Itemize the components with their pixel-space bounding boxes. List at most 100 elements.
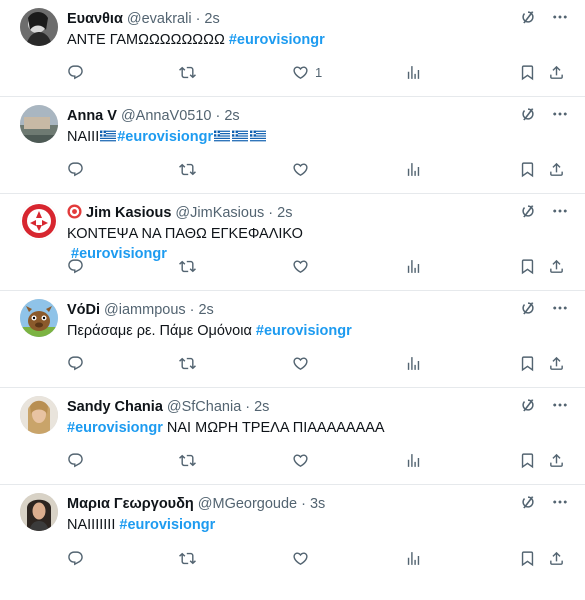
author-handle[interactable]: @AnnaV0510 — [121, 108, 212, 124]
reply-button[interactable] — [67, 161, 84, 178]
grok-icon[interactable] — [519, 396, 537, 414]
share-button[interactable] — [548, 452, 565, 469]
bookmark-icon — [519, 258, 536, 275]
author-name[interactable]: Sandy Chania — [67, 399, 163, 415]
bookmark-button[interactable] — [519, 550, 536, 567]
retweet-button[interactable] — [179, 355, 196, 372]
author-handle[interactable]: @iammpous — [104, 302, 186, 318]
reply-button[interactable] — [67, 452, 84, 469]
avatar[interactable] — [20, 299, 58, 337]
views-icon — [405, 161, 422, 178]
like-button[interactable] — [292, 452, 309, 469]
tweet[interactable]: VόDi @iammpous · 2s Περάσαμε ρε. Πάμε Ομ… — [0, 291, 585, 388]
separator-dot: · — [301, 496, 306, 512]
hashtag-link[interactable]: #eurovisiongr — [256, 323, 352, 339]
like-button[interactable] — [292, 355, 309, 372]
bookmark-button[interactable] — [519, 258, 536, 275]
share-icon — [548, 64, 565, 81]
author-handle[interactable]: @MGeorgoude — [198, 496, 297, 512]
reply-button[interactable] — [67, 64, 84, 81]
bookmark-button[interactable] — [519, 452, 536, 469]
more-icon[interactable] — [551, 493, 569, 511]
tweet[interactable]: Sandy Chania @SfChania · 2s #eurovisiong… — [0, 388, 585, 485]
share-icon — [548, 355, 565, 372]
author-handle[interactable]: @evakrali — [127, 11, 192, 27]
more-icon[interactable] — [551, 105, 569, 123]
views-button[interactable] — [405, 452, 422, 469]
more-icon[interactable] — [551, 299, 569, 317]
bookmark-button[interactable] — [519, 64, 536, 81]
views-button[interactable] — [405, 258, 422, 275]
bookmark-button[interactable] — [519, 355, 536, 372]
views-button[interactable] — [405, 550, 422, 567]
author-name[interactable]: Ευανθια — [67, 11, 123, 27]
bookmark-icon — [519, 64, 536, 81]
timestamp[interactable]: 2s — [254, 399, 269, 415]
timestamp[interactable]: 2s — [204, 11, 219, 27]
tweet-body: ΝΑΙΙΙ — [67, 129, 100, 145]
reply-icon — [67, 161, 84, 178]
retweet-icon — [179, 161, 196, 178]
author-name[interactable]: VόDi — [67, 302, 100, 318]
views-icon — [405, 64, 422, 81]
like-button[interactable] — [292, 161, 309, 178]
more-icon[interactable] — [551, 8, 569, 26]
grok-icon[interactable] — [519, 8, 537, 26]
hashtag-link[interactable]: #eurovisiongr — [67, 420, 163, 436]
avatar[interactable] — [20, 396, 58, 434]
share-button[interactable] — [548, 64, 565, 81]
reply-button[interactable] — [67, 355, 84, 372]
grok-icon[interactable] — [519, 202, 537, 220]
share-button[interactable] — [548, 550, 565, 567]
tweet[interactable]: Ευανθια @evakrali · 2s ΑΝΤΕ ΓΑΜΩΩΩΩΩΩΩΩ … — [0, 0, 585, 97]
reply-button[interactable] — [67, 550, 84, 567]
retweet-button[interactable] — [179, 161, 196, 178]
share-button[interactable] — [548, 258, 565, 275]
author-name[interactable]: Jim Kasious — [86, 205, 171, 221]
share-icon — [548, 452, 565, 469]
author-handle[interactable]: @JimKasious — [175, 205, 264, 221]
views-button[interactable] — [405, 161, 422, 178]
action-bar — [67, 258, 571, 276]
hashtag-link[interactable]: #eurovisiongr — [119, 517, 215, 533]
avatar[interactable] — [20, 493, 58, 531]
views-button[interactable] — [405, 64, 422, 81]
share-button[interactable] — [548, 355, 565, 372]
tweet[interactable]: Jim Kasious @JimKasious · 2s ΚΟΝΤΕΨΑ ΝΑ … — [0, 194, 585, 291]
grok-icon[interactable] — [519, 493, 537, 511]
timestamp[interactable]: 2s — [224, 108, 239, 124]
retweet-icon — [179, 64, 196, 81]
more-icon[interactable] — [551, 396, 569, 414]
tweet[interactable]: Anna V @AnnaV0510 · 2s ΝΑΙΙΙ #eurovisiong… — [0, 97, 585, 194]
timestamp[interactable]: 2s — [198, 302, 213, 318]
reply-button[interactable] — [67, 258, 84, 275]
separator-dot: · — [268, 205, 274, 221]
heart-icon — [292, 258, 309, 275]
views-icon — [405, 258, 422, 275]
avatar[interactable] — [20, 202, 58, 240]
author-name[interactable]: Anna V — [67, 108, 117, 124]
timestamp[interactable]: 3s — [310, 496, 325, 512]
hashtag-link[interactable]: #eurovisiongr — [117, 129, 213, 145]
timestamp[interactable]: 2s — [277, 205, 292, 221]
retweet-button[interactable] — [179, 452, 196, 469]
like-button[interactable] — [292, 550, 309, 567]
avatar[interactable] — [20, 105, 58, 143]
author-name[interactable]: Μαρια Γεωργουδη — [67, 496, 194, 512]
author-handle[interactable]: @SfChania — [167, 399, 241, 415]
views-button[interactable] — [405, 355, 422, 372]
retweet-button[interactable] — [179, 550, 196, 567]
like-button[interactable]: 1 — [292, 64, 322, 81]
share-button[interactable] — [548, 161, 565, 178]
retweet-button[interactable] — [179, 64, 196, 81]
more-icon[interactable] — [551, 202, 569, 220]
tweet-text: ΑΝΤΕ ΓΑΜΩΩΩΩΩΩΩΩ #eurovisiongr — [67, 30, 525, 50]
grok-icon[interactable] — [519, 299, 537, 317]
grok-icon[interactable] — [519, 105, 537, 123]
like-button[interactable] — [292, 258, 309, 275]
avatar[interactable] — [20, 8, 58, 46]
hashtag-link[interactable]: #eurovisiongr — [229, 32, 325, 48]
bookmark-button[interactable] — [519, 161, 536, 178]
tweet[interactable]: Μαρια Γεωργουδη @MGeorgoude · 3s ΝΑΙΙΙΙΙ… — [0, 485, 585, 582]
retweet-button[interactable] — [179, 258, 196, 275]
